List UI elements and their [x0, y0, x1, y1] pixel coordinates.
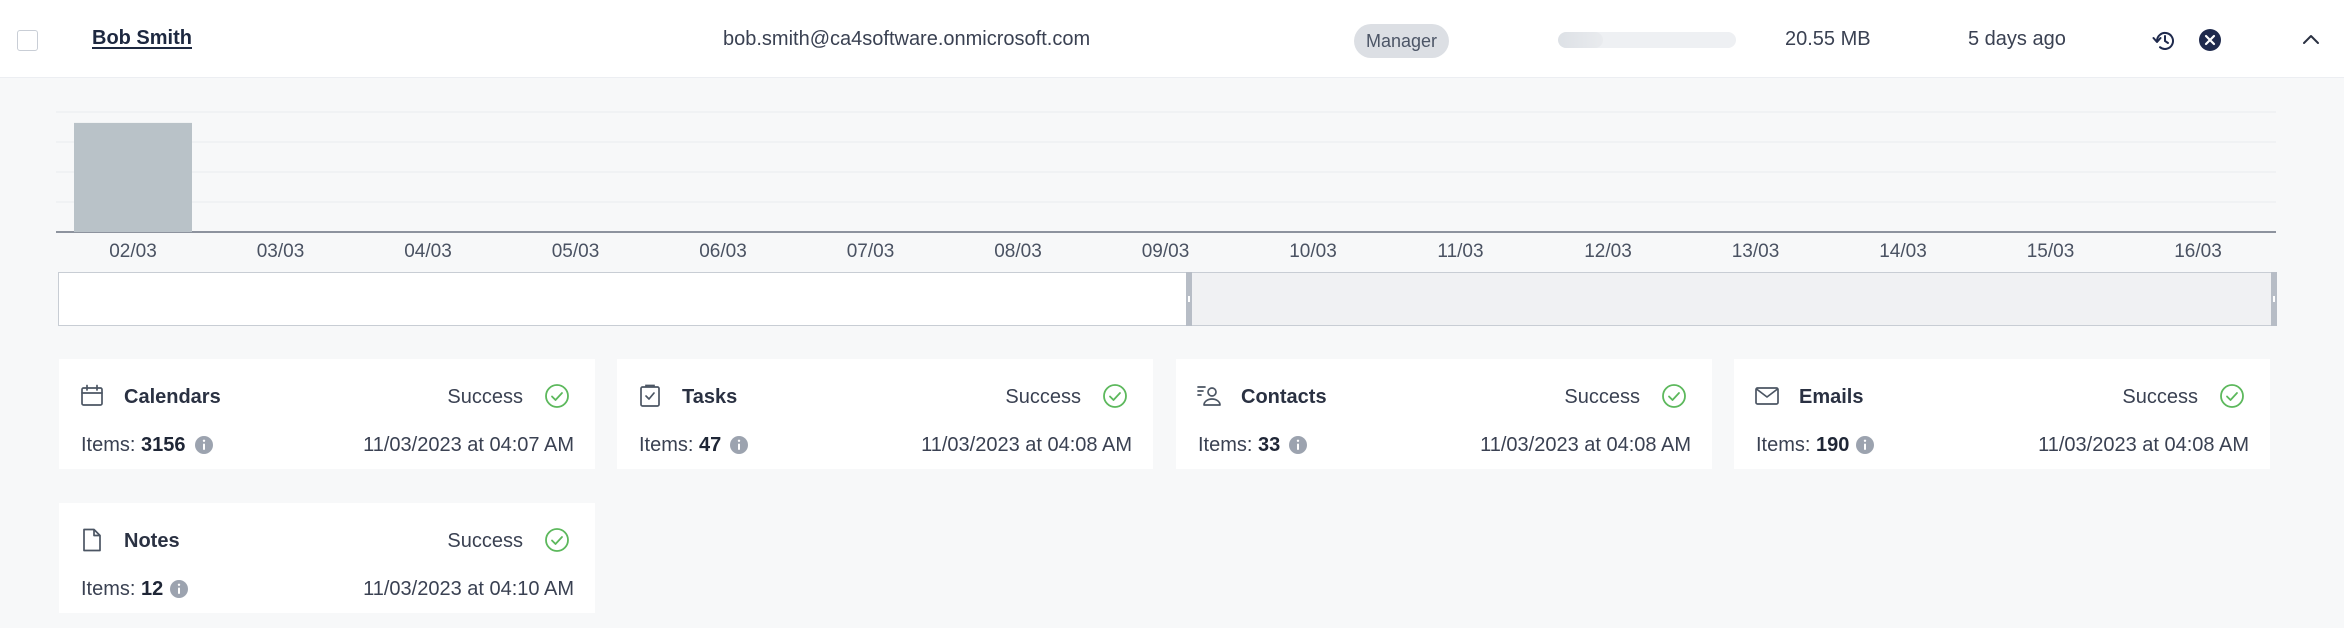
card-date: 11/03/2023 at 04:08 AM: [921, 434, 1132, 456]
card-status: Success: [447, 530, 523, 552]
card-title: Contacts: [1241, 386, 1327, 408]
card-items: Items: 47: [639, 434, 721, 457]
card-items: Items: 190: [1756, 434, 1849, 457]
items-count: 12: [141, 578, 164, 600]
card-notes: Notes Success Items: 12 11/03/2023 at 04:10…: [59, 503, 595, 613]
contacts-icon: [1197, 386, 1221, 406]
note-icon: [83, 528, 101, 552]
info-icon[interactable]: [1855, 435, 1875, 455]
x-tick-label: 13/03: [1732, 241, 1780, 262]
x-tick-label: 14/03: [1879, 241, 1927, 262]
user-email: bob.smith@ca4software.onmicrosoft.com: [723, 28, 1091, 50]
bar-02-03[interactable]: [74, 122, 192, 232]
card-title: Calendars: [124, 386, 221, 408]
card-status: Success: [1564, 386, 1640, 408]
x-tick-label: 06/03: [699, 241, 747, 262]
card-date: 11/03/2023 at 04:10 AM: [363, 578, 574, 600]
user-name-link[interactable]: Bob Smith: [92, 27, 192, 50]
card-status: Success: [2122, 386, 2198, 408]
items-label: Items:: [1756, 434, 1811, 456]
card-contacts: Contacts Success Items: 33 11/03/2023 at 04…: [1176, 359, 1712, 469]
card-items: Items: 12: [81, 578, 163, 601]
success-check-icon: [1103, 384, 1127, 408]
select-checkbox[interactable]: [17, 30, 38, 51]
items-count: 3156: [141, 434, 186, 456]
card-items: Items: 3156: [81, 434, 186, 457]
x-tick-label: 11/03: [1437, 241, 1483, 262]
success-check-icon: [2220, 384, 2244, 408]
range-handle-left[interactable]: [1185, 272, 1192, 326]
range-handle-right[interactable]: [2271, 272, 2277, 326]
x-tick-label: 07/03: [847, 241, 895, 262]
x-tick-label: 02/03: [109, 241, 157, 262]
success-check-icon: [1662, 384, 1686, 408]
range-selection[interactable]: [1185, 272, 2277, 326]
items-count: 33: [1258, 434, 1281, 456]
card-calendars: Calendars Success Items: 3156 11/03/2023 at…: [59, 359, 595, 469]
storage-usage-fill: [1558, 32, 1603, 48]
card-emails: Emails Success Items: 190 11/03/2023 at 04:…: [1734, 359, 2270, 469]
backup-history-chart: 02/03 03/03 04/03 05/03 06/03 07/03 08/03 09/03…: [56, 111, 2276, 262]
items-count: 190: [1816, 434, 1850, 456]
card-status: Success: [1005, 386, 1081, 408]
card-title: Emails: [1799, 386, 1864, 408]
card-date: 11/03/2023 at 04:08 AM: [2038, 434, 2249, 456]
last-backup-time: 5 days ago: [1968, 28, 2066, 50]
x-tick-label: 05/03: [552, 241, 600, 262]
user-row: Bob Smith bob.smith@ca4software.onmicros…: [0, 0, 2344, 78]
task-icon: [640, 384, 660, 407]
storage-usage-bar: [1558, 32, 1736, 48]
x-tick-label: 03/03: [257, 241, 305, 262]
chevron-up-icon[interactable]: [2300, 29, 2322, 51]
items-label: Items:: [639, 434, 694, 456]
info-icon[interactable]: [1288, 435, 1308, 455]
restore-icon[interactable]: [2151, 27, 2179, 55]
x-tick-label: 16/03: [2174, 241, 2222, 262]
card-tasks: Tasks Success Items: 47 11/03/2023 at 04:08…: [617, 359, 1153, 469]
card-date: 11/03/2023 at 04:08 AM: [1480, 434, 1691, 456]
info-icon[interactable]: [194, 435, 214, 455]
x-tick-label: 10/03: [1289, 241, 1337, 262]
envelope-icon: [1755, 387, 1779, 405]
x-tick-label: 15/03: [2027, 241, 2075, 262]
card-status: Success: [447, 386, 523, 408]
role-badge: Manager: [1354, 24, 1450, 58]
x-tick-label: 09/03: [1142, 241, 1190, 262]
card-title: Tasks: [682, 386, 738, 408]
items-label: Items:: [1198, 434, 1253, 456]
success-check-icon: [545, 384, 569, 408]
chart-range-selector[interactable]: [58, 272, 2277, 326]
card-title: Notes: [124, 530, 180, 552]
items-label: Items:: [81, 578, 136, 600]
x-tick-label: 12/03: [1584, 241, 1632, 262]
success-check-icon: [545, 528, 569, 552]
items-label: Items:: [81, 434, 136, 456]
x-tick-label: 08/03: [994, 241, 1042, 262]
card-items: Items: 33: [1198, 434, 1280, 457]
close-circle-icon[interactable]: [2198, 28, 2222, 52]
x-tick-label: 04/03: [404, 241, 452, 262]
backup-size: 20.55 MB: [1785, 28, 1871, 50]
items-count: 47: [699, 434, 722, 456]
calendar-icon: [81, 384, 103, 406]
info-icon[interactable]: [169, 579, 189, 599]
info-icon[interactable]: [729, 435, 749, 455]
card-date: 11/03/2023 at 04:07 AM: [363, 434, 574, 456]
